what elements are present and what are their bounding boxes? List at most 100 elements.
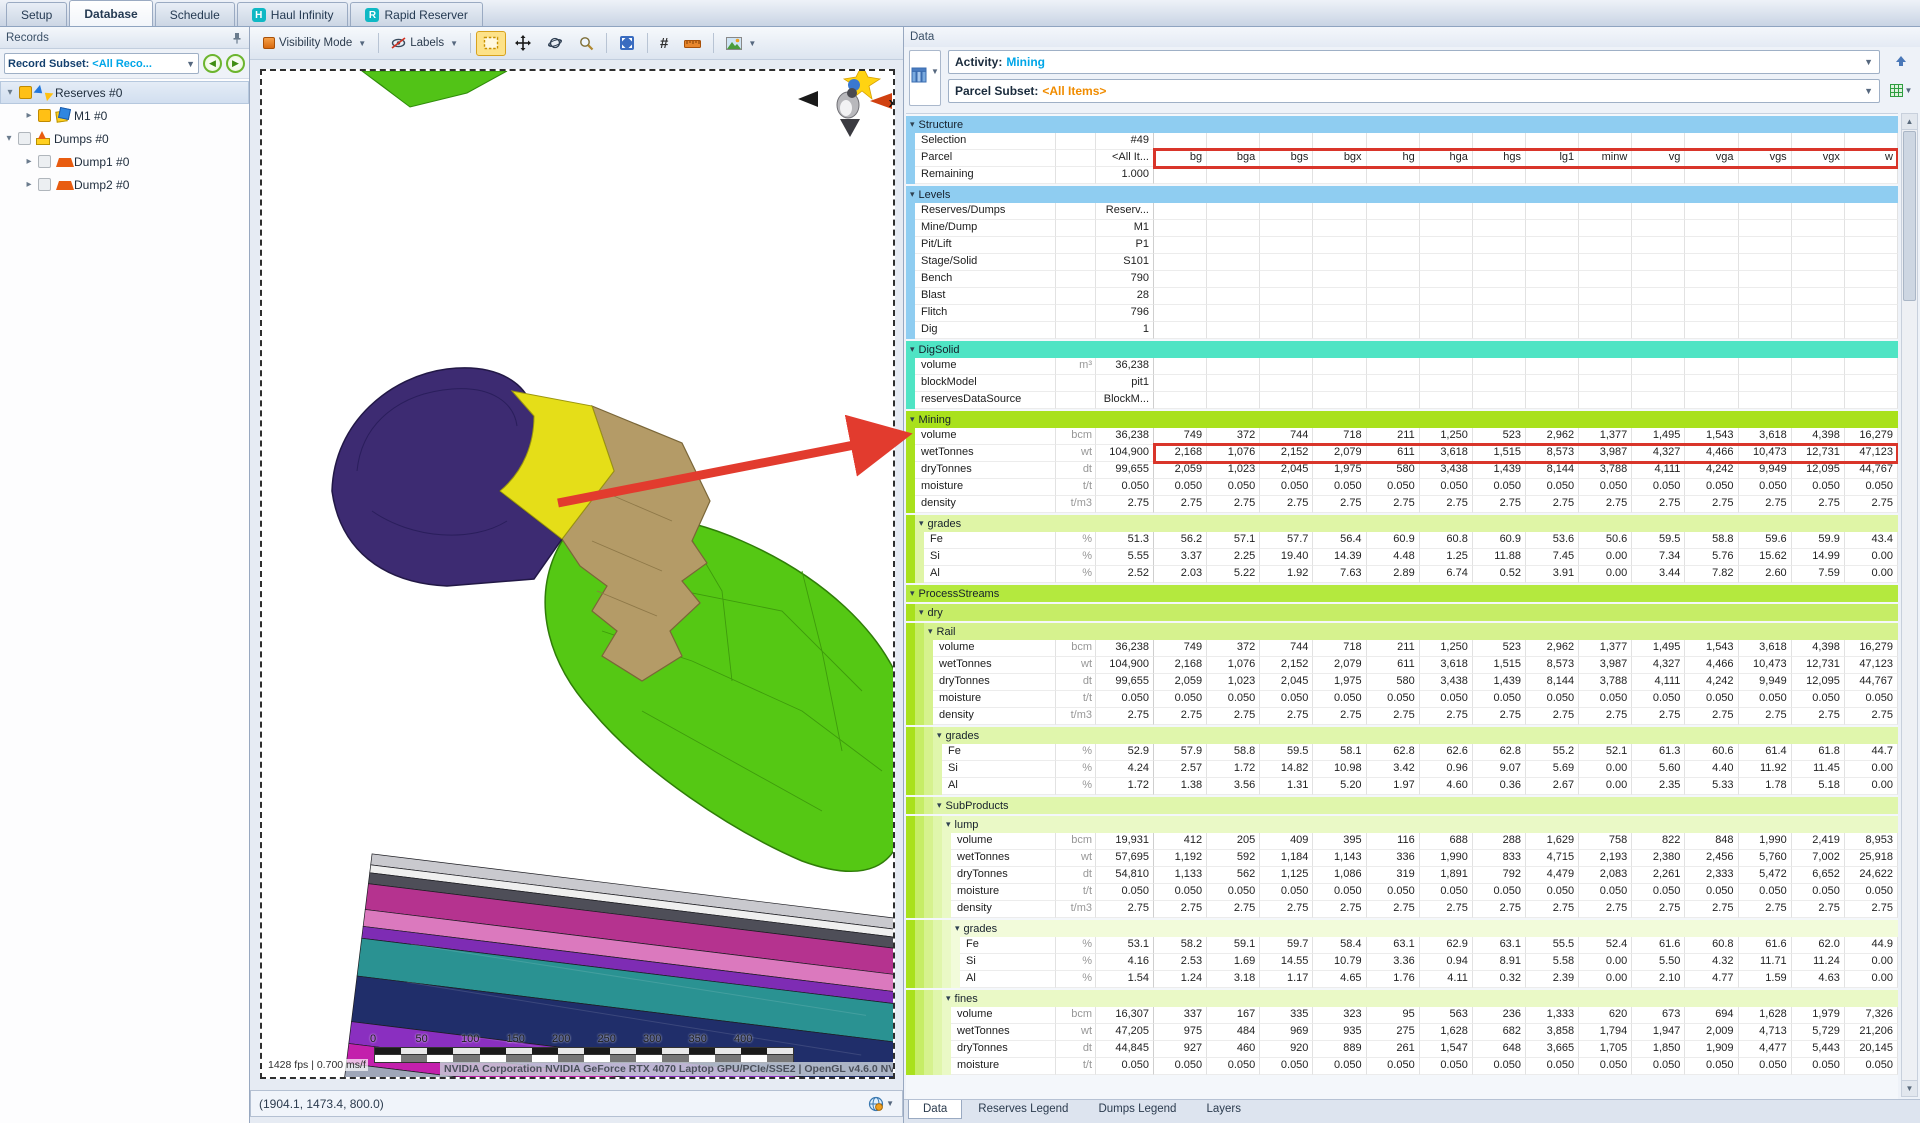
collapse-icon[interactable]: ▾: [910, 119, 915, 130]
grid-row[interactable]: densityt/m32.752.752.752.752.752.752.752…: [906, 708, 1898, 725]
grid-section-header[interactable]: ▾grades: [906, 515, 1898, 532]
measure-button[interactable]: [677, 31, 708, 56]
section-header-bar[interactable]: ▾ProcessStreams: [906, 585, 1898, 602]
next-record-button[interactable]: ▶: [226, 54, 245, 73]
grid-row[interactable]: Al%2.522.035.221.927.632.896.740.523.910…: [906, 566, 1898, 583]
grid-section-header[interactable]: ▾DigSolid: [906, 341, 1898, 358]
select-rectangle-tool[interactable]: [476, 31, 506, 56]
grid-section-header[interactable]: ▾grades: [906, 727, 1898, 744]
tab-dumps-legend[interactable]: Dumps Legend: [1084, 1100, 1190, 1118]
checkbox-unchecked[interactable]: [38, 178, 51, 191]
grid-row[interactable]: densityt/m32.752.752.752.752.752.752.752…: [906, 901, 1898, 918]
tree-item-m1[interactable]: ▸ M1 #0: [0, 104, 249, 127]
grid-section-header[interactable]: ▾SubProducts: [906, 797, 1898, 814]
column-chooser-button[interactable]: ▼: [909, 50, 941, 106]
collapse-icon[interactable]: ▾: [919, 607, 924, 618]
expander-icon[interactable]: ▾: [4, 133, 14, 144]
checkbox-unchecked[interactable]: [18, 132, 31, 145]
grid-row[interactable]: dryTonnesdt44,8459274609208892611,547648…: [906, 1041, 1898, 1058]
orbit-tool[interactable]: [540, 31, 570, 56]
grid-row[interactable]: blockModelpit1: [906, 375, 1898, 392]
grid-row[interactable]: volumebcm19,9314122054093951166882881,62…: [906, 833, 1898, 850]
grid-row[interactable]: volumebcm16,307337167335323955632361,333…: [906, 1007, 1898, 1024]
grid-row[interactable]: wetTonneswt104,9002,1681,0762,1522,07961…: [906, 445, 1898, 462]
tab-data[interactable]: Data: [908, 1100, 962, 1119]
tree-item-dump1[interactable]: ▸ Dump1 #0: [0, 150, 249, 173]
grid-row[interactable]: moisturet/t0.0500.0500.0500.0500.0500.05…: [906, 691, 1898, 708]
grid-row[interactable]: Selection#49: [906, 133, 1898, 150]
expander-icon[interactable]: ▸: [24, 156, 34, 167]
checkbox-unchecked[interactable]: [38, 155, 51, 168]
collapse-icon[interactable]: ▾: [910, 414, 915, 425]
chevron-down-icon[interactable]: ▼: [886, 1099, 894, 1108]
grid-section-header[interactable]: ▾ProcessStreams: [906, 585, 1898, 602]
tab-database[interactable]: Database: [69, 0, 152, 26]
grid-row[interactable]: Si%4.242.571.7214.8210.983.420.969.075.6…: [906, 761, 1898, 778]
grid-section-header[interactable]: ▾Structure: [906, 116, 1898, 133]
grid-row[interactable]: densityt/m32.752.752.752.752.752.752.752…: [906, 496, 1898, 513]
section-header-bar[interactable]: ▾lump: [942, 816, 1898, 833]
grid-section-header[interactable]: ▾Levels: [906, 186, 1898, 203]
scroll-up-button[interactable]: ▲: [1902, 114, 1917, 130]
section-header-bar[interactable]: ▾fines: [942, 990, 1898, 1007]
checkbox-checked[interactable]: [19, 86, 32, 99]
grid-row[interactable]: Si%5.553.372.2519.4014.394.481.2511.887.…: [906, 549, 1898, 566]
grid-section-header[interactable]: ▾dry: [906, 604, 1898, 621]
grid-section-header[interactable]: ▾Mining: [906, 411, 1898, 428]
tab-layers[interactable]: Layers: [1192, 1100, 1255, 1118]
expander-icon[interactable]: ▾: [5, 87, 15, 98]
tab-rapid-reserver[interactable]: R Rapid Reserver: [350, 2, 482, 26]
collapse-icon[interactable]: ▾: [946, 819, 951, 830]
grid-row[interactable]: moisturet/t0.0500.0500.0500.0500.0500.05…: [906, 1058, 1898, 1075]
grid-row[interactable]: dryTonnesdt99,6552,0591,0232,0451,975580…: [906, 462, 1898, 479]
grid-row[interactable]: dryTonnesdt99,6552,0591,0232,0451,975580…: [906, 674, 1898, 691]
grid-section-header[interactable]: ▾lump: [906, 816, 1898, 833]
grid-row[interactable]: Parcel<All It...bgbgabgsbgxhghgahgslg1mi…: [906, 150, 1898, 167]
grid-row[interactable]: Stage/SolidS101: [906, 254, 1898, 271]
section-header-bar[interactable]: ▾grades: [951, 920, 1898, 937]
pan-tool[interactable]: [508, 31, 538, 56]
viewport-3d[interactable]: x 050100150200250300350400 1428 fps | 0.…: [260, 69, 895, 1079]
collapse-icon[interactable]: ▾: [919, 518, 924, 529]
section-header-bar[interactable]: ▾Levels: [906, 186, 1898, 203]
zoom-tool[interactable]: [572, 31, 601, 56]
scroll-down-button[interactable]: ▼: [1902, 1080, 1917, 1096]
section-header-bar[interactable]: ▾Rail: [924, 623, 1898, 640]
grid-row[interactable]: wetTonneswt104,9002,1681,0762,1522,07961…: [906, 657, 1898, 674]
scrollbar-thumb[interactable]: [1903, 131, 1916, 301]
screenshot-button[interactable]: ▼: [719, 31, 763, 56]
section-header-bar[interactable]: ▾grades: [915, 515, 1898, 532]
visibility-mode-button[interactable]: Visibility Mode ▼: [256, 31, 373, 56]
section-header-bar[interactable]: ▾dry: [915, 604, 1898, 621]
vertical-scrollbar[interactable]: ▲ ▼: [1901, 113, 1918, 1097]
tree-item-reserves[interactable]: ▾ Reserves #0: [0, 81, 249, 104]
grid-row[interactable]: wetTonneswt47,2059754849699352751,628682…: [906, 1024, 1898, 1041]
tree-item-dumps[interactable]: ▾ Dumps #0: [0, 127, 249, 150]
grid-row[interactable]: Reserves/DumpsReserv...: [906, 203, 1898, 220]
tab-setup[interactable]: Setup: [6, 2, 67, 26]
labels-button[interactable]: Labels ▼: [384, 31, 465, 56]
grid-row[interactable]: Mine/DumpM1: [906, 220, 1898, 237]
tab-haul-infinity[interactable]: H Haul Infinity: [237, 2, 349, 26]
grid-row[interactable]: dryTonnesdt54,8101,1335621,1251,0863191,…: [906, 867, 1898, 884]
grid-section-header[interactable]: ▾grades: [906, 920, 1898, 937]
prev-record-button[interactable]: ◀: [203, 54, 222, 73]
grid-row[interactable]: Al%1.721.383.561.315.201.974.600.362.670…: [906, 778, 1898, 795]
grid-section-header[interactable]: ▾fines: [906, 990, 1898, 1007]
collapse-icon[interactable]: ▾: [910, 189, 915, 200]
grid-row[interactable]: Fe%53.158.259.159.758.463.162.963.155.55…: [906, 937, 1898, 954]
grid-row[interactable]: Al%1.541.243.181.174.651.764.110.322.390…: [906, 971, 1898, 988]
activity-dropdown[interactable]: Activity: Mining ▼: [948, 50, 1880, 74]
collapse-icon[interactable]: ▾: [937, 730, 942, 741]
tab-schedule[interactable]: Schedule: [155, 2, 235, 26]
grid-row[interactable]: Dig1: [906, 322, 1898, 339]
grid-row[interactable]: Remaining1.000: [906, 167, 1898, 184]
section-header-bar[interactable]: ▾SubProducts: [933, 797, 1898, 814]
grid-toggle-button[interactable]: #: [653, 31, 675, 56]
tree-item-dump2[interactable]: ▸ Dump2 #0: [0, 173, 249, 196]
tab-reserves-legend[interactable]: Reserves Legend: [964, 1100, 1082, 1118]
collapse-icon[interactable]: ▾: [910, 588, 915, 599]
checkbox-checked[interactable]: [38, 109, 51, 122]
expander-icon[interactable]: ▸: [24, 110, 34, 121]
parcel-subset-dropdown[interactable]: Parcel Subset: <All Items> ▼: [948, 79, 1880, 103]
